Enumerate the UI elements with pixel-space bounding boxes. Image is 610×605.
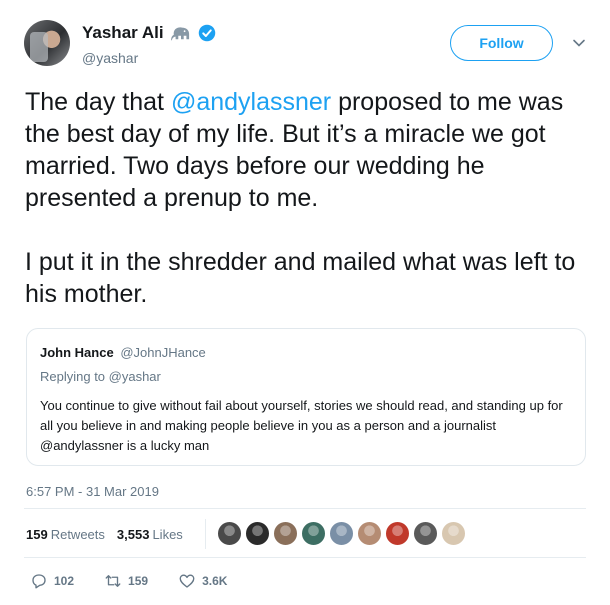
quoted-author-handle: @JohnJHance [120,345,206,360]
liker-avatar[interactable] [357,521,382,546]
tweet-timestamp[interactable]: 6:57 PM - 31 Mar 2019 [26,484,159,499]
display-name[interactable]: Yashar Ali [82,23,164,43]
likes-count[interactable]: 3,553 [117,527,150,542]
chevron-down-icon[interactable] [572,36,586,50]
like-count: 3.6K [202,574,228,588]
retweets-count[interactable]: 159 [26,527,48,542]
tweet-text: The day that @andylassner proposed to me… [25,86,585,310]
reply-action[interactable]: 102 [30,572,74,590]
divider [24,557,586,558]
elephant-icon [170,27,189,41]
liker-avatar[interactable] [413,521,438,546]
liker-avatar[interactable] [273,521,298,546]
retweet-icon [105,575,121,587]
tweet-paragraph-2: I put it in the shredder and mailed what… [25,248,576,308]
heart-icon [179,574,195,588]
mention-link[interactable]: @andylassner [171,88,331,116]
tweet-paragraph-1: The day that @andylassner proposed to me… [25,86,585,214]
quoted-tweet-card[interactable]: John Hance @JohnJHance Replying to @yash… [26,328,586,466]
reply-count: 102 [54,574,75,588]
user-handle[interactable]: @yashar [82,50,138,66]
liker-avatar[interactable] [441,521,466,546]
liker-avatar[interactable] [329,521,354,546]
liker-avatar[interactable] [217,521,242,546]
name-row: Yashar Ali [82,23,216,43]
quoted-author-name: John Hance [40,345,114,360]
engagement-stats: 159 Retweets 3,553 Likes [26,517,183,551]
like-action[interactable]: 3.6K [178,572,227,590]
liker-avatars [217,521,466,546]
tweet-actions: 102 159 3.6K [30,572,257,590]
liker-avatar[interactable] [385,521,410,546]
follow-button[interactable]: Follow [450,25,553,61]
retweets-label[interactable]: Retweets [51,527,105,542]
quoted-tweet-text: You continue to give without fail about … [40,398,563,453]
stats-separator [205,519,206,549]
replying-to: Replying to @yashar [40,369,161,384]
divider [24,508,586,509]
tweet-header: Yashar Ali @yashar Follow [24,18,594,74]
reply-icon [32,574,46,589]
liker-avatar[interactable] [245,521,270,546]
avatar[interactable] [24,20,70,66]
verified-badge-icon [198,24,215,42]
liker-avatar[interactable] [301,521,326,546]
retweet-count: 159 [128,574,149,588]
retweet-action[interactable]: 159 [104,572,148,590]
quoted-author-row: John Hance @JohnJHance [40,345,206,360]
likes-label[interactable]: Likes [152,527,182,542]
tweet-text-segment: The day that [25,88,171,116]
